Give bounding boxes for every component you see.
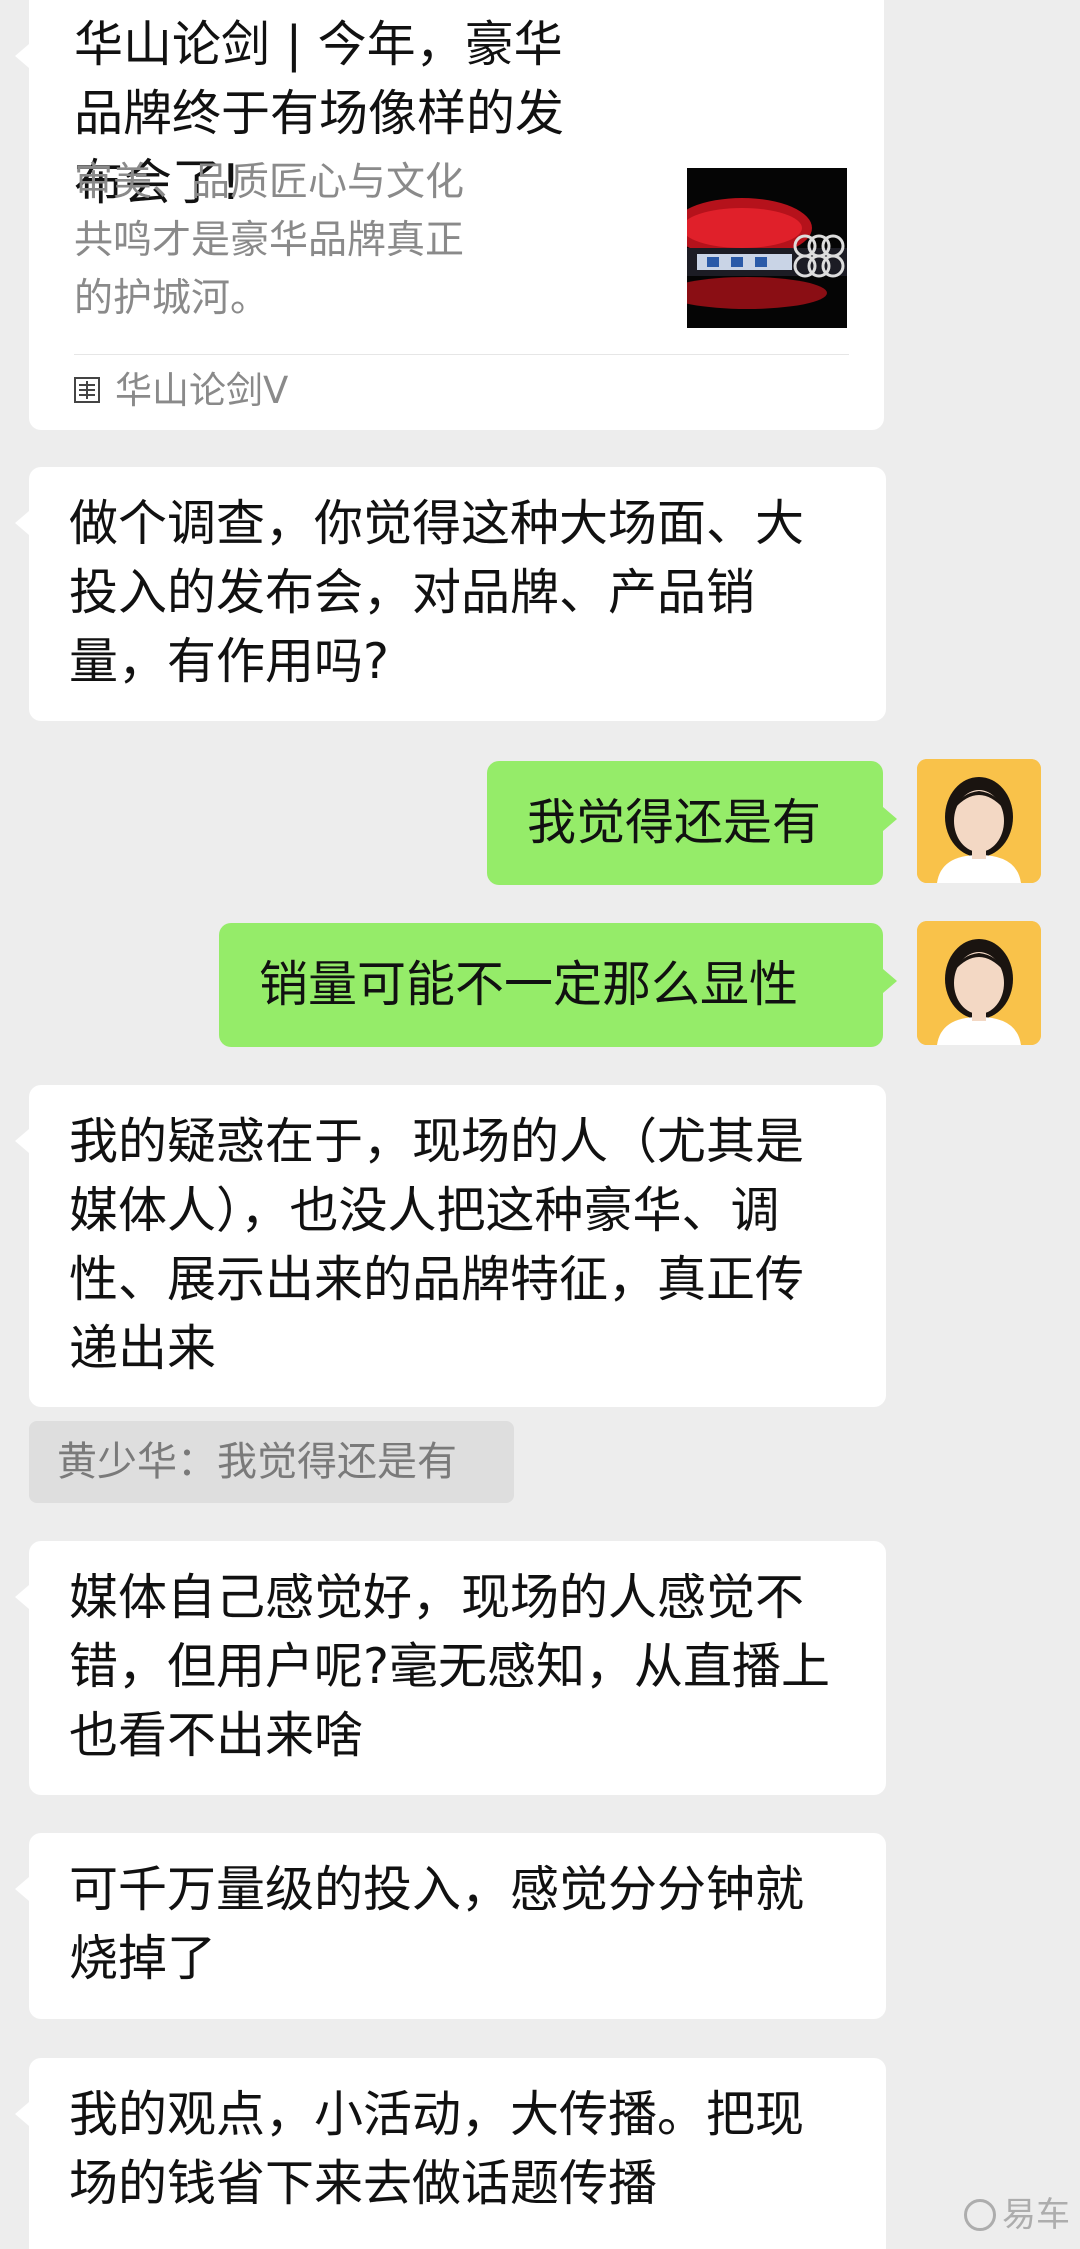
audi-event-image-icon xyxy=(687,168,847,328)
watermark: 易车 xyxy=(964,2195,1070,2235)
message-text: 媒体自己感觉好，现场的人感觉不错，但用户呢?毫无感知，从直播上也看不出来啥 xyxy=(69,1569,831,1764)
message-bubble[interactable]: 销量可能不一定那么显性 xyxy=(219,923,897,1047)
user-avatar[interactable] xyxy=(917,921,1041,1045)
message-bubble[interactable]: 我的疑惑在于，现场的人（尤其是媒体人），也没人把这种豪华、调性、展示出来的品牌特… xyxy=(15,1085,886,1407)
message-text: 我的观点，小活动，大传播。把现场的钱省下来去做话题传播 xyxy=(69,2086,805,2212)
message-text: 销量可能不一定那么显性 xyxy=(259,956,799,1013)
user-avatar[interactable] xyxy=(917,759,1041,883)
message-text: 可千万量级的投入，感觉分分钟就烧掉了 xyxy=(69,1861,805,1987)
watermark-logo-icon xyxy=(964,2199,996,2231)
quoted-message[interactable]: 黄少华：我觉得还是有 xyxy=(29,1421,514,1503)
card-divider xyxy=(74,354,849,355)
shared-article-card[interactable]: 华山论剑 | 今年，豪华品牌终于有场像样的发布会了! 审美、品质匠心与文化共鸣才… xyxy=(15,0,884,430)
user-avatar-icon xyxy=(917,921,1041,1045)
message-bubble[interactable]: 媒体自己感觉好，现场的人感觉不错，但用户呢?毫无感知，从直播上也看不出来啥 xyxy=(15,1541,886,1795)
user-avatar-icon xyxy=(917,759,1041,883)
message-bubble[interactable]: 我的观点，小活动，大传播。把现场的钱省下来去做话题传播 xyxy=(15,2058,886,2249)
message-bubble[interactable]: 我觉得还是有 xyxy=(487,761,897,885)
article-thumbnail xyxy=(687,168,847,328)
article-source-name[interactable]: 华山论剑V xyxy=(115,366,288,416)
message-text: 我觉得还是有 xyxy=(527,794,822,851)
message-text: 做个调查，你觉得这种大场面、大投入的发布会，对品牌、产品销量，有作用吗? xyxy=(69,495,805,690)
watermark-text: 易车 xyxy=(1002,2195,1070,2235)
source-logo-icon xyxy=(74,377,100,403)
message-text: 我的疑惑在于，现场的人（尤其是媒体人），也没人把这种豪华、调性、展示出来的品牌特… xyxy=(69,1113,805,1377)
message-bubble[interactable]: 可千万量级的投入，感觉分分钟就烧掉了 xyxy=(15,1833,886,2019)
message-bubble[interactable]: 做个调查，你觉得这种大场面、大投入的发布会，对品牌、产品销量，有作用吗? xyxy=(15,467,886,721)
article-description: 审美、品质匠心与文化共鸣才是豪华品牌真正的护城河。 xyxy=(74,160,465,321)
